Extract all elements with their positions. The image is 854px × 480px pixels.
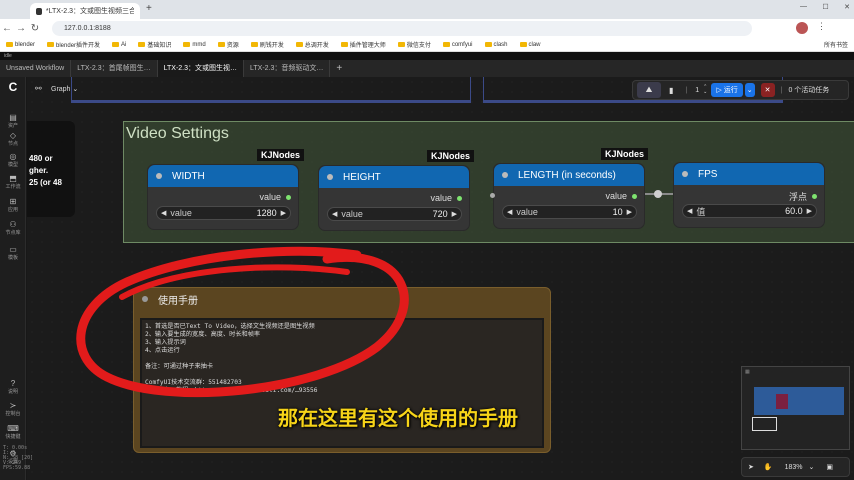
bookmark-item[interactable]: 总调开发 — [295, 40, 329, 49]
menu-icon[interactable]: ⋮ — [817, 21, 826, 32]
sidebar-icon: ⊞ — [9, 197, 17, 206]
bookmark-item[interactable]: 微信支付 — [397, 40, 431, 49]
minimap-nodes — [754, 387, 844, 415]
all-bookmarks[interactable]: 所有书签 — [824, 40, 848, 49]
forward-icon[interactable]: → — [14, 23, 28, 34]
sidebar-item[interactable]: ≻ 控制台 — [0, 401, 26, 417]
minimap-node-red — [776, 394, 788, 409]
sidebar-item-label: 节点库 — [5, 230, 21, 236]
back-icon[interactable]: ← — [0, 23, 14, 34]
bookmark-item[interactable]: 资源 — [217, 40, 239, 49]
reload-icon[interactable]: ↻ — [28, 23, 42, 34]
sidebar-item-label: 说明 — [7, 389, 18, 395]
folder-icon — [295, 42, 303, 47]
sidebar-icon: ◇ — [9, 131, 17, 140]
sidebar-item[interactable]: ◎ 模型 — [0, 152, 26, 168]
close-window-button[interactable]: ✕ — [844, 3, 850, 11]
folder-icon — [442, 42, 450, 47]
folder-icon — [138, 42, 146, 47]
annotation-stroke — [76, 246, 409, 398]
sidebar-item-label: 控制台 — [5, 411, 21, 417]
bookmarks-bar: blender blender插件开发 Ai 基础知识 mmd 资源 刷钱开发 总调开发 插件管… — [0, 38, 854, 52]
bookmark-item[interactable]: clash — [484, 42, 508, 48]
bookmark-item[interactable]: blender — [6, 42, 35, 48]
sidebar-item[interactable]: ⊞ 应用 — [0, 197, 26, 213]
hand-icon[interactable]: ✋ — [764, 463, 773, 471]
minimap[interactable]: ▦ — [741, 366, 850, 450]
sidebar-icon: ⬒ — [9, 174, 17, 183]
folder-icon — [250, 42, 258, 47]
bookmark-item[interactable]: mmd — [183, 42, 206, 48]
app-status: idle — [0, 52, 854, 60]
favicon-icon — [36, 7, 42, 15]
zoom-controls: ➤ ✋ 183% ⌄ ▣ — [741, 457, 850, 477]
folder-icon — [397, 42, 405, 47]
bookmark-item[interactable]: Ai — [112, 42, 126, 48]
profile-avatar[interactable] — [796, 22, 808, 34]
sidebar-item-label: 工作流 — [5, 184, 21, 190]
sidebar-item-label: 模板 — [7, 255, 18, 261]
sidebar-icon: ▤ — [9, 113, 17, 122]
sidebar-item[interactable]: ▭ 模板 — [0, 245, 26, 261]
window-controls[interactable]: — ☐ ✕ — [800, 3, 850, 11]
folder-icon — [6, 42, 13, 47]
tab-ltx-first-last[interactable]: LTX-2.3：首尾帧图生… — [71, 60, 158, 77]
sidebar-icon: ▭ — [9, 245, 17, 254]
tab-ltx-audio[interactable]: LTX-2.3：音频驱动文… — [244, 60, 331, 77]
sidebar-item-label: 模型 — [7, 162, 18, 168]
sidebar-item-label: 应用 — [7, 207, 18, 213]
zoom-level[interactable]: 183% — [785, 464, 803, 471]
minimize-button[interactable]: — — [800, 3, 807, 11]
browser-tab-title: *LTX-2.3：文或图生视频三合一… — [45, 8, 134, 15]
render-stats: T: 0.00s I: 0 N: 58 [20] V: 249 FPS:59.88 — [3, 446, 33, 471]
folder-icon — [519, 42, 527, 47]
sidebar-item[interactable]: ⌨ 快捷键 — [0, 424, 26, 440]
sidebar-item-label: 快捷键 — [5, 434, 21, 440]
address-bar-row: ← → ↻ 127.0.0.1:8188 ⋮ — [0, 19, 854, 38]
sidebar-icon: ? — [10, 379, 16, 388]
browser-tab[interactable]: *LTX-2.3：文或图生视频三合一… — [30, 3, 140, 19]
sidebar-item-label: 资产 — [7, 123, 18, 129]
pointer-icon[interactable]: ➤ — [748, 463, 754, 471]
bookmark-item[interactable]: blender插件开发 — [47, 40, 100, 49]
new-tab-button[interactable]: + — [146, 3, 152, 14]
sidebar-item[interactable]: ▤ 资产 — [0, 113, 26, 129]
bookmark-item[interactable]: 刷钱开发 — [250, 40, 284, 49]
folder-icon — [47, 42, 55, 47]
video-subtitle: 那在这里有这个使用的手册 — [278, 406, 518, 430]
sidebar-item-label: 节点 — [7, 141, 18, 147]
sidebar-icon: C — [8, 80, 18, 94]
bookmark-item[interactable]: 基础知识 — [138, 40, 171, 49]
sidebar-icon: ◎ — [9, 152, 17, 161]
workflow-tabs: Unsaved Workflow LTX-2.3：首尾帧图生… LTX-2.3：… — [0, 60, 854, 77]
sidebar-icon: ⚇ — [9, 220, 17, 229]
folder-icon — [183, 42, 191, 47]
stat-line: FPS:59.88 — [3, 465, 31, 471]
sidebar-icon: ⌨ — [7, 424, 19, 433]
sidebar-item[interactable]: ◇ 节点 — [0, 131, 26, 147]
sidebar-item[interactable]: ⚇ 节点库 — [0, 220, 26, 236]
bookmark-item[interactable]: comfyui — [442, 42, 473, 48]
tab-ltx-text-image[interactable]: LTX-2.3：文或图生视… — [157, 60, 245, 77]
minimap-viewport[interactable] — [752, 417, 777, 431]
minimap-toggle-icon[interactable]: ▣ — [826, 463, 833, 471]
maximize-button[interactable]: ☐ — [822, 3, 828, 11]
browser-tab-strip: *LTX-2.3：文或图生视频三合一… + — ☐ ✕ — [0, 0, 854, 19]
sidebar-icon: ≻ — [9, 401, 17, 410]
sidebar-item[interactable]: C — [0, 80, 26, 94]
folder-icon — [340, 42, 348, 47]
url-input[interactable]: 127.0.0.1:8188 — [52, 21, 752, 36]
sidebar-item[interactable]: ? 说明 — [0, 379, 26, 395]
minimap-menu-icon[interactable]: ▦ — [745, 369, 750, 375]
folder-icon — [484, 42, 492, 47]
bookmark-item[interactable]: 插件管理大师 — [340, 40, 386, 49]
folder-icon — [112, 42, 120, 47]
add-workflow-tab-button[interactable]: + — [330, 60, 348, 77]
bookmark-item[interactable]: claw — [519, 42, 541, 48]
folder-icon — [217, 42, 225, 47]
tab-unsaved-workflow[interactable]: Unsaved Workflow — [0, 60, 72, 77]
zoom-dropdown-icon[interactable]: ⌄ — [809, 463, 815, 471]
sidebar: C ▤ 资产 ◇ 节点 ◎ 模型 ⬒ 工作流 ⊞ 应用 ⚇ 节点库 ▭ 模板? 说明 ≻ 控制台 ⌨ 快捷键 ⚙ 设置 — [0, 77, 26, 480]
sidebar-item[interactable]: ⬒ 工作流 — [0, 174, 26, 190]
